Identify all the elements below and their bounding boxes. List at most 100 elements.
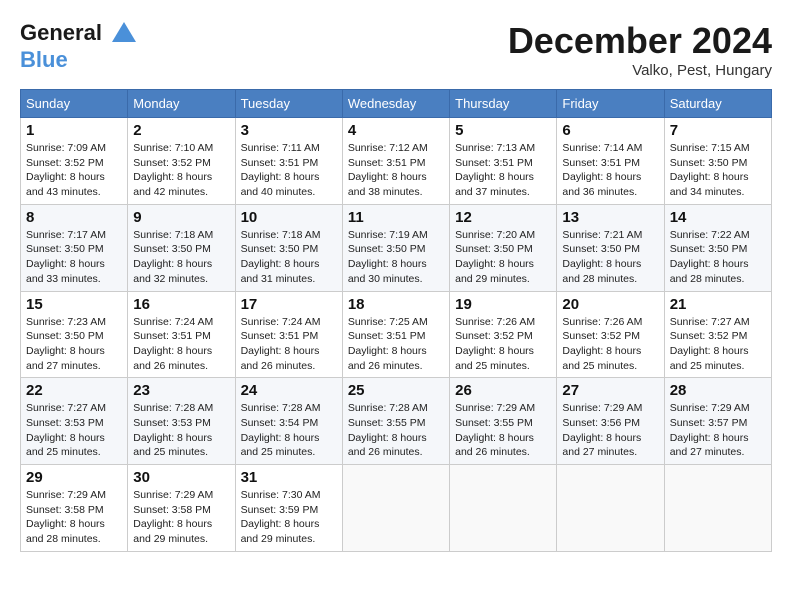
daylight-label: Daylight: 8 hours and 37 minutes. (455, 171, 534, 198)
sunrise-label: Sunrise: 7:30 AM (241, 489, 321, 501)
sunrise-label: Sunrise: 7:26 AM (562, 316, 642, 328)
daylight-label: Daylight: 8 hours and 30 minutes. (348, 258, 427, 285)
day-number: 16 (133, 296, 229, 313)
sunset-label: Sunset: 3:52 PM (670, 330, 748, 342)
calendar-day-cell: 28 Sunrise: 7:29 AM Sunset: 3:57 PM Dayl… (664, 378, 771, 465)
sunrise-label: Sunrise: 7:24 AM (241, 316, 321, 328)
title-block: December 2024 Valko, Pest, Hungary (508, 20, 772, 79)
day-number: 29 (26, 469, 122, 486)
sunrise-label: Sunrise: 7:29 AM (670, 402, 750, 414)
day-info: Sunrise: 7:18 AM Sunset: 3:50 PM Dayligh… (133, 228, 229, 287)
calendar-day-cell: 13 Sunrise: 7:21 AM Sunset: 3:50 PM Dayl… (557, 204, 664, 291)
daylight-label: Daylight: 8 hours and 26 minutes. (348, 345, 427, 372)
sunset-label: Sunset: 3:53 PM (26, 417, 104, 429)
sunset-label: Sunset: 3:50 PM (26, 330, 104, 342)
daylight-label: Daylight: 8 hours and 32 minutes. (133, 258, 212, 285)
weekday-header: Monday (128, 90, 235, 118)
sunset-label: Sunset: 3:50 PM (670, 243, 748, 255)
daylight-label: Daylight: 8 hours and 28 minutes. (26, 518, 105, 545)
day-info: Sunrise: 7:28 AM Sunset: 3:54 PM Dayligh… (241, 401, 337, 460)
day-number: 28 (670, 382, 766, 399)
sunrise-label: Sunrise: 7:21 AM (562, 229, 642, 241)
calendar-day-cell: 16 Sunrise: 7:24 AM Sunset: 3:51 PM Dayl… (128, 291, 235, 378)
day-info: Sunrise: 7:26 AM Sunset: 3:52 PM Dayligh… (562, 315, 658, 374)
page-header: General Blue December 2024 Valko, Pest, … (20, 20, 772, 79)
day-info: Sunrise: 7:20 AM Sunset: 3:50 PM Dayligh… (455, 228, 551, 287)
day-info: Sunrise: 7:27 AM Sunset: 3:52 PM Dayligh… (670, 315, 766, 374)
calendar-day-cell: 7 Sunrise: 7:15 AM Sunset: 3:50 PM Dayli… (664, 118, 771, 205)
day-number: 5 (455, 122, 551, 139)
daylight-label: Daylight: 8 hours and 29 minutes. (241, 518, 320, 545)
daylight-label: Daylight: 8 hours and 31 minutes. (241, 258, 320, 285)
sunset-label: Sunset: 3:57 PM (670, 417, 748, 429)
day-number: 13 (562, 209, 658, 226)
weekday-header: Sunday (21, 90, 128, 118)
day-number: 14 (670, 209, 766, 226)
calendar-day-cell (450, 465, 557, 552)
day-number: 23 (133, 382, 229, 399)
sunset-label: Sunset: 3:55 PM (348, 417, 426, 429)
weekday-header: Friday (557, 90, 664, 118)
header-row: SundayMondayTuesdayWednesdayThursdayFrid… (21, 90, 772, 118)
daylight-label: Daylight: 8 hours and 38 minutes. (348, 171, 427, 198)
calendar-day-cell: 10 Sunrise: 7:18 AM Sunset: 3:50 PM Dayl… (235, 204, 342, 291)
daylight-label: Daylight: 8 hours and 27 minutes. (26, 345, 105, 372)
sunset-label: Sunset: 3:50 PM (26, 243, 104, 255)
calendar-week-row: 29 Sunrise: 7:29 AM Sunset: 3:58 PM Dayl… (21, 465, 772, 552)
daylight-label: Daylight: 8 hours and 26 minutes. (241, 345, 320, 372)
sunrise-label: Sunrise: 7:29 AM (562, 402, 642, 414)
calendar-day-cell: 26 Sunrise: 7:29 AM Sunset: 3:55 PM Dayl… (450, 378, 557, 465)
weekday-header: Saturday (664, 90, 771, 118)
day-number: 19 (455, 296, 551, 313)
calendar-week-row: 8 Sunrise: 7:17 AM Sunset: 3:50 PM Dayli… (21, 204, 772, 291)
sunrise-label: Sunrise: 7:13 AM (455, 142, 535, 154)
daylight-label: Daylight: 8 hours and 43 minutes. (26, 171, 105, 198)
calendar-day-cell: 9 Sunrise: 7:18 AM Sunset: 3:50 PM Dayli… (128, 204, 235, 291)
day-info: Sunrise: 7:27 AM Sunset: 3:53 PM Dayligh… (26, 401, 122, 460)
sunset-label: Sunset: 3:51 PM (241, 157, 319, 169)
daylight-label: Daylight: 8 hours and 34 minutes. (670, 171, 749, 198)
day-number: 8 (26, 209, 122, 226)
calendar-day-cell: 11 Sunrise: 7:19 AM Sunset: 3:50 PM Dayl… (342, 204, 449, 291)
day-info: Sunrise: 7:19 AM Sunset: 3:50 PM Dayligh… (348, 228, 444, 287)
daylight-label: Daylight: 8 hours and 25 minutes. (455, 345, 534, 372)
daylight-label: Daylight: 8 hours and 25 minutes. (670, 345, 749, 372)
sunrise-label: Sunrise: 7:14 AM (562, 142, 642, 154)
sunset-label: Sunset: 3:59 PM (241, 504, 319, 516)
day-info: Sunrise: 7:14 AM Sunset: 3:51 PM Dayligh… (562, 141, 658, 200)
sunrise-label: Sunrise: 7:18 AM (133, 229, 213, 241)
day-number: 6 (562, 122, 658, 139)
sunrise-label: Sunrise: 7:18 AM (241, 229, 321, 241)
day-info: Sunrise: 7:22 AM Sunset: 3:50 PM Dayligh… (670, 228, 766, 287)
daylight-label: Daylight: 8 hours and 40 minutes. (241, 171, 320, 198)
calendar-day-cell: 3 Sunrise: 7:11 AM Sunset: 3:51 PM Dayli… (235, 118, 342, 205)
day-info: Sunrise: 7:29 AM Sunset: 3:58 PM Dayligh… (133, 488, 229, 547)
sunrise-label: Sunrise: 7:17 AM (26, 229, 106, 241)
sunrise-label: Sunrise: 7:11 AM (241, 142, 320, 154)
day-info: Sunrise: 7:15 AM Sunset: 3:50 PM Dayligh… (670, 141, 766, 200)
daylight-label: Daylight: 8 hours and 42 minutes. (133, 171, 212, 198)
month-title: December 2024 (508, 20, 772, 62)
calendar-day-cell: 25 Sunrise: 7:28 AM Sunset: 3:55 PM Dayl… (342, 378, 449, 465)
day-number: 12 (455, 209, 551, 226)
sunset-label: Sunset: 3:50 PM (455, 243, 533, 255)
calendar-day-cell: 19 Sunrise: 7:26 AM Sunset: 3:52 PM Dayl… (450, 291, 557, 378)
day-number: 11 (348, 209, 444, 226)
calendar-day-cell: 4 Sunrise: 7:12 AM Sunset: 3:51 PM Dayli… (342, 118, 449, 205)
sunset-label: Sunset: 3:51 PM (455, 157, 533, 169)
logo: General Blue (20, 20, 138, 72)
day-info: Sunrise: 7:10 AM Sunset: 3:52 PM Dayligh… (133, 141, 229, 200)
daylight-label: Daylight: 8 hours and 27 minutes. (562, 432, 641, 459)
calendar-day-cell: 23 Sunrise: 7:28 AM Sunset: 3:53 PM Dayl… (128, 378, 235, 465)
sunset-label: Sunset: 3:54 PM (241, 417, 319, 429)
daylight-label: Daylight: 8 hours and 29 minutes. (455, 258, 534, 285)
logo-icon (110, 20, 138, 48)
calendar-day-cell: 15 Sunrise: 7:23 AM Sunset: 3:50 PM Dayl… (21, 291, 128, 378)
sunset-label: Sunset: 3:58 PM (26, 504, 104, 516)
sunrise-label: Sunrise: 7:09 AM (26, 142, 106, 154)
daylight-label: Daylight: 8 hours and 25 minutes. (26, 432, 105, 459)
day-number: 7 (670, 122, 766, 139)
sunrise-label: Sunrise: 7:29 AM (133, 489, 213, 501)
day-info: Sunrise: 7:12 AM Sunset: 3:51 PM Dayligh… (348, 141, 444, 200)
sunset-label: Sunset: 3:55 PM (455, 417, 533, 429)
